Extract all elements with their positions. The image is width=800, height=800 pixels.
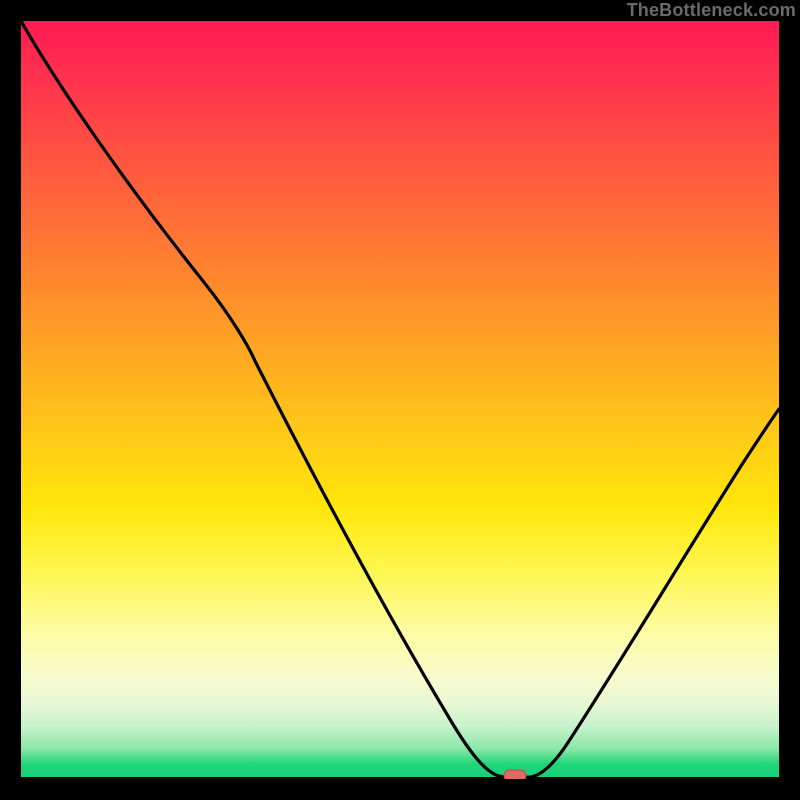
optimum-marker — [504, 770, 526, 779]
chart-frame: TheBottleneck.com — [0, 0, 800, 800]
curve-layer — [21, 21, 779, 779]
plot-area — [21, 21, 779, 779]
watermark-text: TheBottleneck.com — [627, 0, 796, 21]
bottleneck-curve — [21, 21, 779, 778]
